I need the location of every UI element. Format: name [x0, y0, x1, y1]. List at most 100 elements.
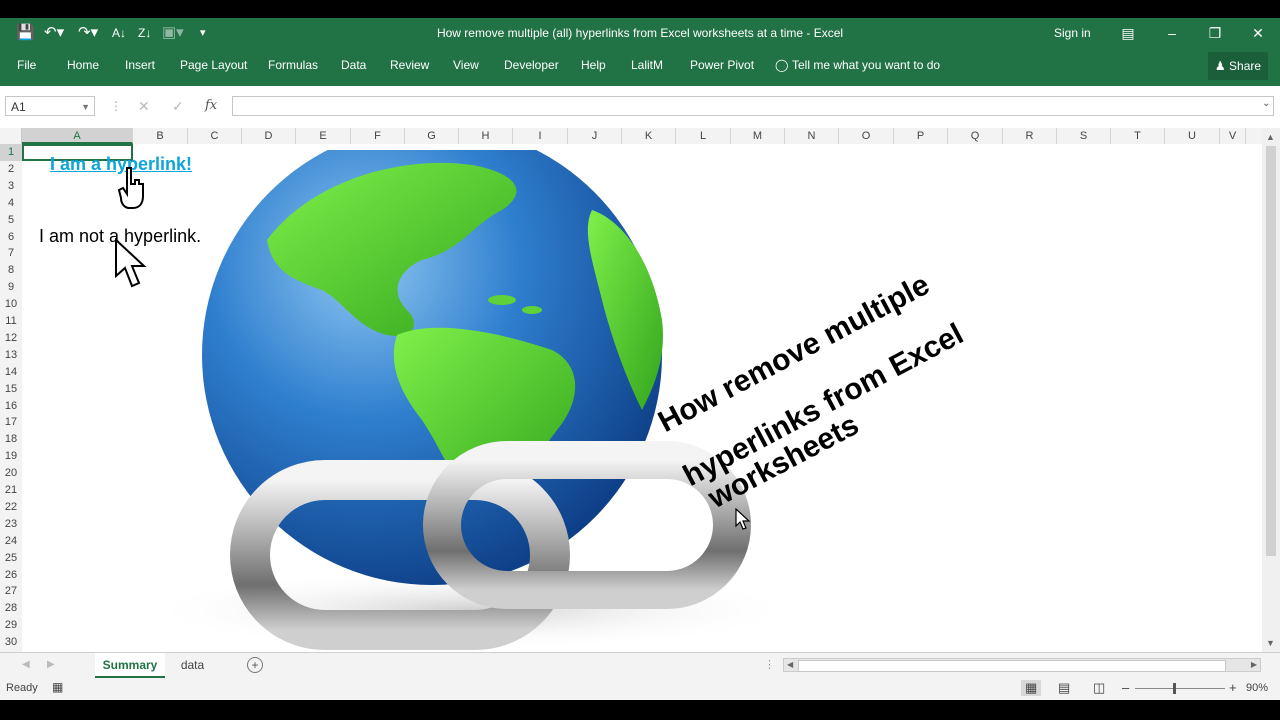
tab-insert[interactable]: Insert — [125, 48, 155, 82]
row-header[interactable]: 17 — [0, 414, 22, 431]
prev-sheet-icon[interactable]: ◀ — [22, 659, 30, 670]
scroll-left-icon[interactable]: ◀ — [787, 659, 793, 671]
column-header[interactable]: T — [1111, 128, 1165, 144]
row-header[interactable]: 24 — [0, 533, 22, 550]
zoom-slider[interactable] — [1135, 688, 1225, 689]
sign-in-link[interactable]: Sign in — [1054, 18, 1091, 48]
column-header[interactable]: L — [676, 128, 731, 144]
hscroll-thumb[interactable] — [798, 660, 1226, 672]
chevron-down-icon[interactable]: ▼ — [81, 97, 90, 117]
column-header[interactable]: R — [1003, 128, 1057, 144]
column-header[interactable]: N — [785, 128, 839, 144]
row-header[interactable]: 5 — [0, 212, 22, 229]
zoom-in-icon[interactable]: + — [1229, 680, 1237, 695]
expand-formula-bar-icon[interactable]: ⌄ — [1262, 98, 1270, 109]
tab-lalitm[interactable]: LalitM — [631, 48, 663, 82]
row-header[interactable]: 26 — [0, 567, 22, 584]
tab-page-layout[interactable]: Page Layout — [180, 48, 247, 82]
row-header[interactable]: 21 — [0, 482, 22, 499]
tab-summary[interactable]: Summary — [95, 653, 165, 678]
row-header[interactable]: 13 — [0, 347, 22, 364]
worksheet-grid[interactable]: I am a hyperlink! I am not a hyperlink. … — [22, 144, 1262, 652]
page-break-view-icon[interactable]: ◫ — [1093, 680, 1105, 696]
share-button[interactable]: ♟ Share — [1208, 52, 1268, 80]
tab-help[interactable]: Help — [581, 48, 606, 82]
column-header[interactable]: O — [839, 128, 894, 144]
page-layout-view-icon[interactable]: ▤ — [1058, 680, 1070, 696]
row-header[interactable]: 1 — [0, 144, 22, 161]
row-header[interactable]: 14 — [0, 364, 22, 381]
row-header[interactable]: 18 — [0, 431, 22, 448]
tab-file[interactable]: File — [17, 48, 36, 82]
scroll-thumb[interactable] — [1266, 146, 1276, 556]
column-header[interactable]: J — [568, 128, 622, 144]
column-header[interactable]: I — [513, 128, 568, 144]
tab-formulas[interactable]: Formulas — [268, 48, 318, 82]
tab-review[interactable]: Review — [390, 48, 429, 82]
column-header[interactable]: U — [1165, 128, 1220, 144]
column-header[interactable]: B — [133, 128, 188, 144]
row-header[interactable]: 23 — [0, 516, 22, 533]
ribbon-display-options-icon[interactable]: ▤ — [1106, 18, 1150, 48]
scroll-down-icon[interactable]: ▼ — [1266, 638, 1275, 648]
normal-view-icon[interactable]: ▦ — [1021, 680, 1042, 696]
row-header[interactable]: 28 — [0, 600, 22, 617]
row-header[interactable]: 29 — [0, 617, 22, 634]
globe-chain-picture[interactable] — [172, 150, 892, 650]
column-header[interactable]: A — [22, 128, 133, 144]
column-header[interactable]: M — [731, 128, 785, 144]
column-header[interactable]: Q — [948, 128, 1003, 144]
name-box[interactable]: A1 ▼ — [5, 96, 95, 116]
tab-developer[interactable]: Developer — [504, 48, 559, 82]
enter-icon[interactable]: ✓ — [172, 96, 184, 116]
horizontal-scrollbar[interactable]: ◀ ▶ — [783, 658, 1261, 672]
restore-button[interactable]: ❐ — [1193, 18, 1237, 48]
tab-power-pivot[interactable]: Power Pivot — [690, 48, 754, 82]
column-header[interactable]: V — [1220, 128, 1246, 144]
column-header[interactable]: E — [296, 128, 351, 144]
scroll-up-icon[interactable]: ▲ — [1266, 132, 1275, 142]
tell-me-search[interactable]: Tell me what you want to do — [792, 48, 940, 82]
row-header[interactable]: 11 — [0, 313, 22, 330]
row-header[interactable]: 2 — [0, 161, 22, 178]
tab-home[interactable]: Home — [67, 48, 99, 82]
scroll-right-icon[interactable]: ▶ — [1251, 659, 1257, 671]
tab-view[interactable]: View — [453, 48, 479, 82]
tab-data-sheet[interactable]: data — [170, 653, 215, 678]
cancel-icon[interactable]: ✕ — [138, 96, 150, 116]
row-header[interactable]: 27 — [0, 583, 22, 600]
formula-input[interactable] — [232, 96, 1274, 116]
row-header[interactable]: 25 — [0, 550, 22, 567]
row-header[interactable]: 4 — [0, 195, 22, 212]
zoom-level[interactable]: 90% — [1246, 682, 1268, 694]
column-header[interactable]: D — [242, 128, 296, 144]
zoom-slider-thumb[interactable] — [1173, 683, 1176, 694]
close-button[interactable]: ✕ — [1236, 18, 1280, 48]
column-header[interactable]: H — [459, 128, 513, 144]
row-header[interactable]: 16 — [0, 398, 22, 415]
row-header[interactable]: 6 — [0, 229, 22, 246]
add-sheet-icon[interactable]: + — [247, 657, 263, 673]
tab-data[interactable]: Data — [341, 48, 366, 82]
row-header[interactable]: 3 — [0, 178, 22, 195]
row-header[interactable]: 15 — [0, 381, 22, 398]
row-header[interactable]: 19 — [0, 448, 22, 465]
row-header[interactable]: 10 — [0, 296, 22, 313]
minimize-button[interactable]: – — [1150, 18, 1194, 48]
zoom-out-icon[interactable]: – — [1122, 680, 1129, 695]
insert-function-button[interactable]: fx — [205, 96, 217, 116]
row-header[interactable]: 7 — [0, 245, 22, 262]
row-header[interactable]: 20 — [0, 465, 22, 482]
vertical-scrollbar[interactable]: ▲ ▼ — [1262, 128, 1280, 654]
column-header[interactable]: P — [894, 128, 948, 144]
next-sheet-icon[interactable]: ▶ — [47, 659, 55, 670]
row-header[interactable]: 30 — [0, 634, 22, 651]
row-header[interactable]: 9 — [0, 279, 22, 296]
macro-record-icon[interactable]: ▦ — [52, 680, 63, 694]
row-header[interactable]: 8 — [0, 262, 22, 279]
split-handle-icon[interactable]: ⋮ — [764, 658, 775, 671]
column-header[interactable]: S — [1057, 128, 1111, 144]
row-header[interactable]: 22 — [0, 499, 22, 516]
column-header[interactable]: C — [188, 128, 242, 144]
column-header[interactable]: K — [622, 128, 676, 144]
